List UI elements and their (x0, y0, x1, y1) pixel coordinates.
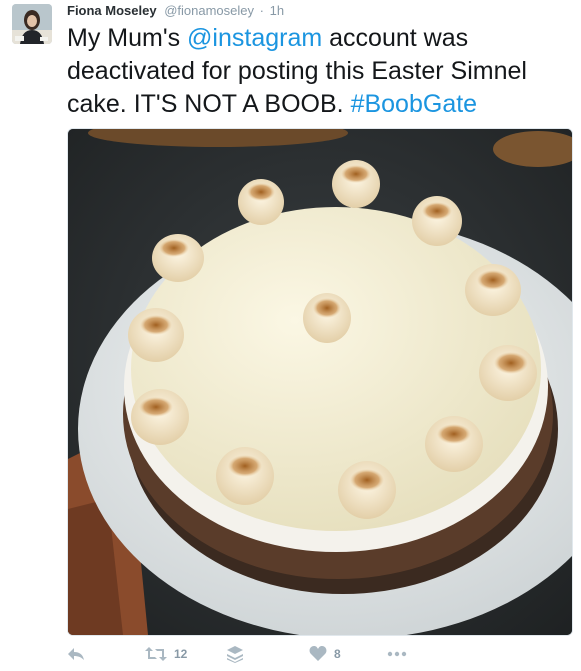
mention-link[interactable]: @instagram (187, 24, 322, 52)
like-count: 8 (334, 647, 341, 661)
retweet-button[interactable]: 12 (145, 644, 187, 664)
reply-button[interactable] (67, 644, 85, 664)
tweet-actions: 12 8 (67, 644, 567, 664)
tweet-photo[interactable] (67, 128, 573, 636)
heart-icon (309, 646, 327, 662)
like-button[interactable]: 8 (309, 644, 341, 664)
more-icon (387, 651, 407, 657)
tweet-text-part: My Mum's (67, 24, 188, 52)
stack-icon (227, 645, 243, 663)
author-handle[interactable]: @fionamoseley (164, 3, 254, 18)
simnel-cake-photo (68, 129, 572, 635)
reply-icon (67, 646, 85, 662)
stack-button[interactable] (227, 644, 243, 664)
separator-dot: · (259, 3, 264, 18)
author-name[interactable]: Fiona Moseley (67, 3, 157, 18)
retweet-count: 12 (174, 647, 188, 661)
more-button[interactable] (387, 644, 407, 664)
tweet-timestamp[interactable]: 1h (270, 3, 284, 18)
retweet-icon (145, 646, 167, 662)
author-avatar[interactable] (12, 4, 52, 44)
tweet-header: Fiona Moseley @fionamoseley · 1h (67, 3, 284, 19)
hashtag-link[interactable]: #BoobGate (351, 90, 478, 118)
tweet-text: My Mum's @instagram account was deactiva… (67, 22, 567, 121)
